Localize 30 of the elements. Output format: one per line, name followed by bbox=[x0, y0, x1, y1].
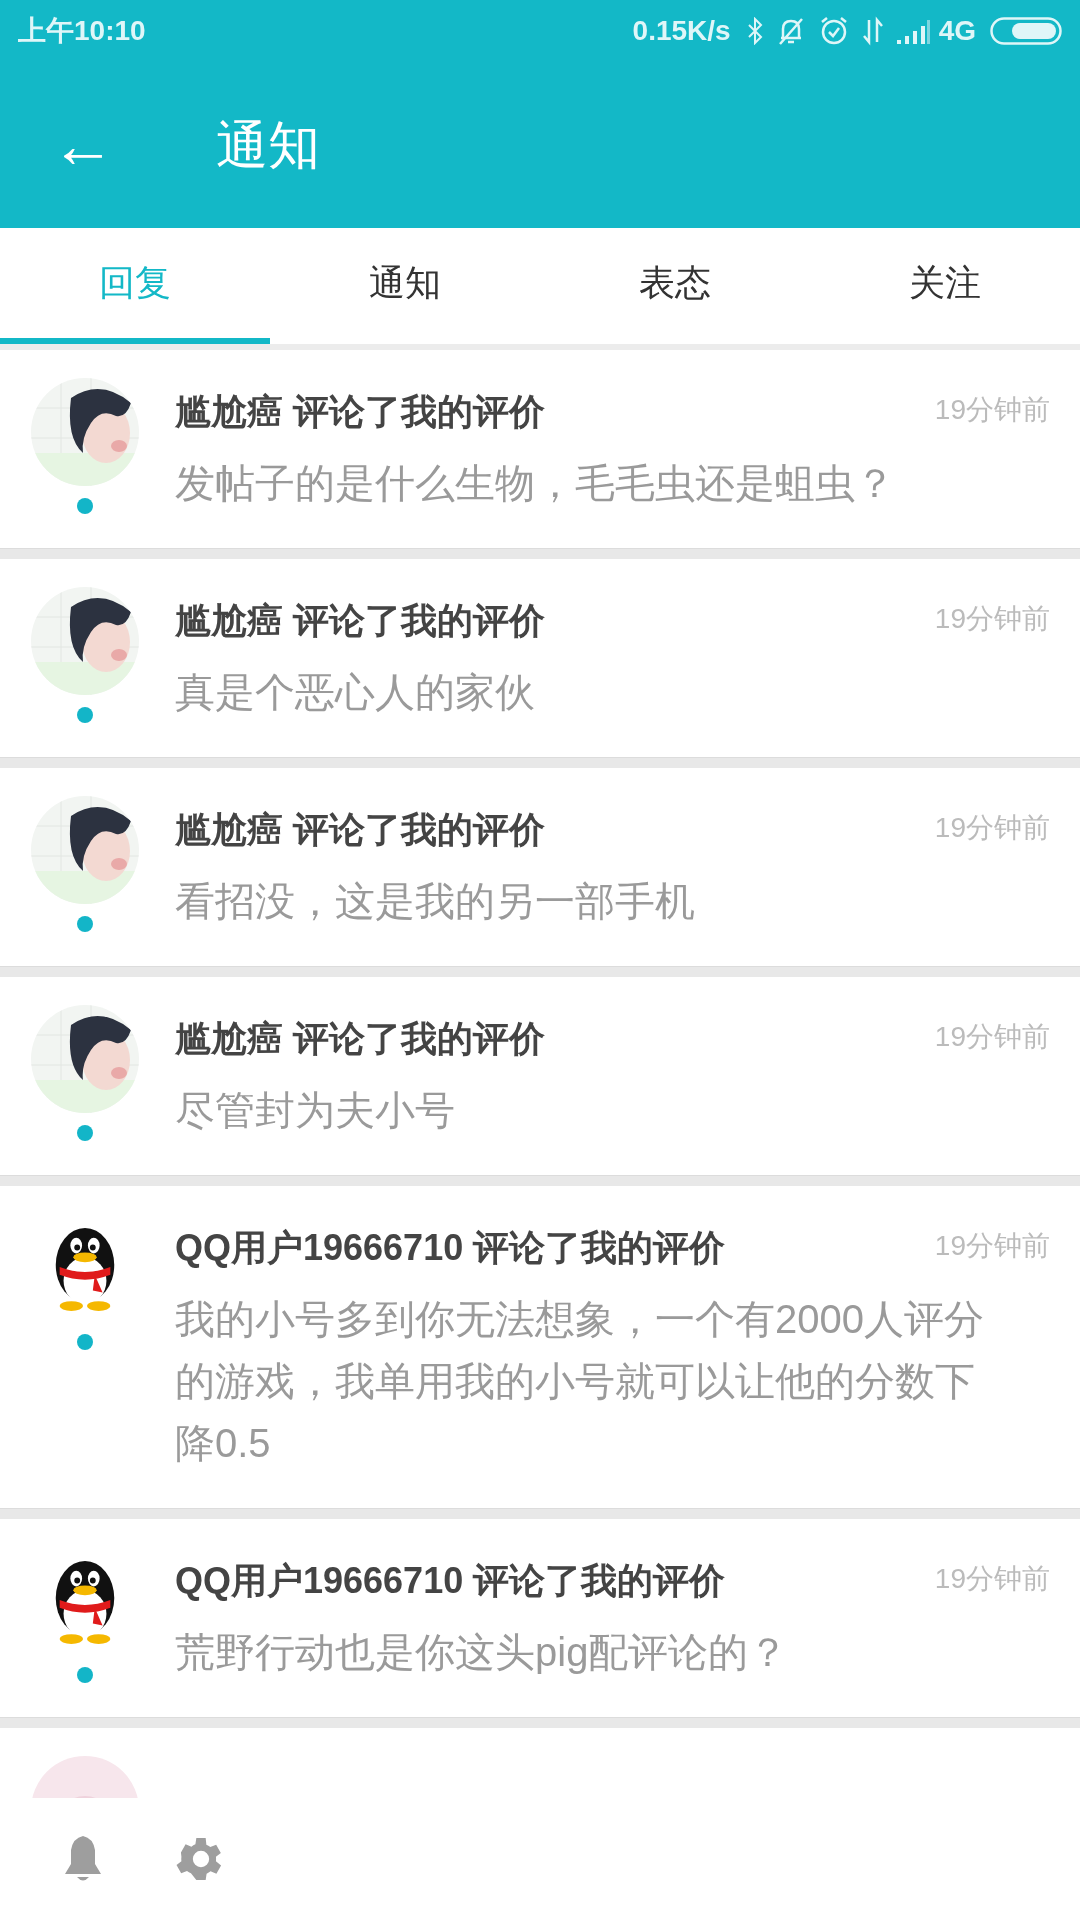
comment-text: 发帖子的是什么生物，毛毛虫还是蛆虫？ bbox=[175, 460, 896, 507]
bluetooth-icon bbox=[746, 17, 763, 45]
time-label: 19分钟前 bbox=[934, 811, 1050, 845]
comment-text: 看招没，这是我的另一部手机 bbox=[175, 878, 696, 925]
time-label: 19分钟前 bbox=[934, 1020, 1050, 1054]
notification-title: QQ用户19666710 评论了我的评价 bbox=[175, 1226, 726, 1270]
network-type: 4G bbox=[938, 14, 976, 48]
network-speed: 0.15K/s bbox=[632, 14, 731, 48]
signal-icon bbox=[894, 18, 931, 44]
notification-title: 尴尬癌 评论了我的评价 bbox=[175, 1017, 545, 1061]
comment-text: 我的小号多到你无法想象，一个有2000人评分的游戏，我单用我的小号就可以让他的分数下降0.5 bbox=[175, 1296, 985, 1467]
battery-icon bbox=[990, 17, 1062, 45]
time-label: 19分钟前 bbox=[934, 602, 1050, 636]
tab[interactable]: 关注 bbox=[810, 228, 1080, 344]
time-label: 19分钟前 bbox=[934, 393, 1050, 427]
notification-title: 尴尬癌 评论了我的评价 bbox=[175, 390, 545, 434]
comment-text: 荒野行动也是你这头pig配评论的？ bbox=[175, 1629, 790, 1676]
time-label: 19分钟前 bbox=[934, 1229, 1050, 1263]
status-time: 上午10:10 bbox=[18, 14, 146, 48]
data-arrows-icon bbox=[862, 16, 883, 46]
comment-text: 真是个恶心人的家伙 bbox=[175, 669, 536, 716]
notification-title: QQ用户19666710 评论了我的评价 bbox=[175, 1559, 726, 1603]
notification-title: 尴尬癌 评论了我的评价 bbox=[175, 599, 545, 643]
comment-text: 尽管封为夫小号 bbox=[175, 1087, 456, 1134]
page-title: 通知 bbox=[216, 115, 320, 176]
notification-title: 尴尬癌 评论了我的评价 bbox=[175, 808, 545, 852]
tab[interactable]: 通知 bbox=[270, 228, 540, 344]
bell-off-icon bbox=[776, 16, 805, 46]
tab[interactable]: 表态 bbox=[540, 228, 810, 344]
time-label: 19分钟前 bbox=[934, 1562, 1050, 1596]
